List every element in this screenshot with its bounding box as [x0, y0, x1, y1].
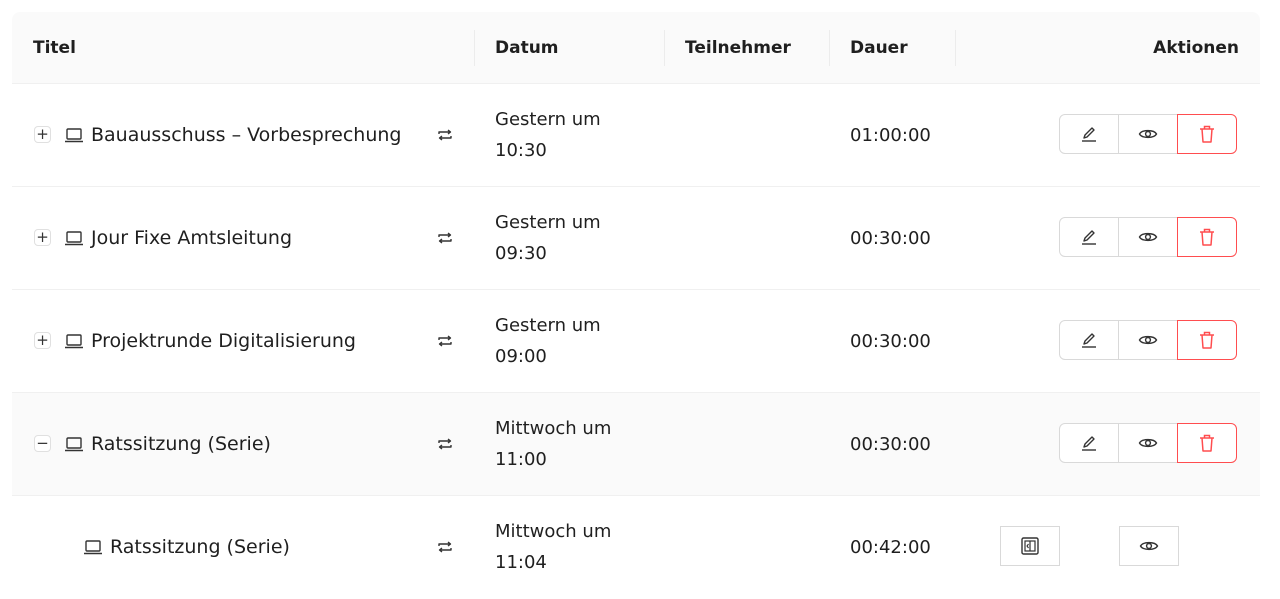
table-row: + Bauausschuss – Vorbesprechung Gestern …: [12, 84, 1260, 187]
laptop-icon: [64, 435, 84, 453]
table-header: Titel Datum Teilnehmer Dauer Aktionen: [12, 12, 1260, 84]
meeting-duration: 00:30:00: [850, 433, 931, 455]
eye-icon: [1138, 232, 1158, 242]
table-row: + Jour Fixe Amtsleitung Gestern um 09:30…: [12, 187, 1260, 290]
meeting-duration: 00:30:00: [850, 330, 931, 352]
date-time: 09:00: [495, 346, 547, 367]
table-row: − Ratssitzung (Serie) Mittwoch um 11:00 …: [12, 393, 1260, 496]
view-button[interactable]: [1118, 217, 1178, 257]
delete-button[interactable]: [1177, 423, 1237, 463]
column-divider: [664, 30, 665, 66]
repeat-icon: [436, 126, 454, 144]
date-day: Mittwoch um: [495, 521, 612, 542]
column-divider: [829, 30, 830, 66]
meeting-duration: 00:42:00: [850, 536, 931, 558]
meeting-duration: 00:30:00: [850, 227, 931, 249]
column-header-participants[interactable]: Teilnehmer: [685, 12, 791, 84]
meeting-title[interactable]: Bauausschuss – Vorbesprechung: [91, 84, 402, 186]
edit-button[interactable]: [1059, 320, 1119, 360]
trash-icon: [1200, 434, 1214, 452]
trash-icon: [1200, 228, 1214, 246]
expand-row-button[interactable]: +: [34, 126, 51, 143]
repeat-icon: [436, 538, 454, 556]
trash-icon: [1200, 331, 1214, 349]
meeting-title[interactable]: Ratssitzung (Serie): [91, 393, 271, 495]
meeting-date: Gestern um 09:30: [495, 187, 601, 289]
row-actions: [1059, 320, 1237, 360]
panel-icon: [1021, 537, 1039, 555]
date-time: 11:04: [495, 552, 547, 573]
pencil-icon: [1082, 230, 1096, 245]
panel-button[interactable]: [1000, 526, 1060, 566]
table-row: + Projektrunde Digitalisierung Gestern u…: [12, 290, 1260, 393]
view-button[interactable]: [1118, 320, 1178, 360]
date-day: Gestern um: [495, 212, 601, 233]
meeting-title[interactable]: Jour Fixe Amtsleitung: [91, 187, 292, 289]
date-time: 11:00: [495, 449, 547, 470]
meeting-date: Mittwoch um 11:04: [495, 496, 611, 598]
delete-button[interactable]: [1177, 320, 1237, 360]
meeting-title[interactable]: Projektrunde Digitalisierung: [91, 290, 356, 392]
view-button[interactable]: [1119, 526, 1179, 566]
meetings-table: Titel Datum Teilnehmer Dauer Aktionen + …: [12, 12, 1260, 599]
eye-icon: [1139, 541, 1159, 551]
column-header-title[interactable]: Titel: [33, 12, 76, 84]
repeat-icon: [436, 332, 454, 350]
pencil-icon: [1082, 127, 1096, 142]
delete-button[interactable]: [1177, 114, 1237, 154]
meeting-title[interactable]: Ratssitzung (Serie): [110, 496, 290, 598]
collapse-row-button[interactable]: −: [34, 435, 51, 452]
eye-icon: [1138, 438, 1158, 448]
column-divider: [474, 30, 475, 66]
repeat-icon: [436, 435, 454, 453]
row-actions: [1059, 423, 1237, 463]
eye-icon: [1138, 335, 1158, 345]
view-button[interactable]: [1118, 423, 1178, 463]
laptop-icon: [64, 332, 84, 350]
eye-icon: [1138, 129, 1158, 139]
column-divider: [955, 30, 956, 66]
repeat-icon: [436, 229, 454, 247]
laptop-icon: [64, 126, 84, 144]
trash-icon: [1200, 125, 1214, 143]
delete-button[interactable]: [1177, 217, 1237, 257]
column-header-actions: Aktionen: [1153, 38, 1239, 58]
column-header-date[interactable]: Datum: [495, 12, 559, 84]
meeting-date: Mittwoch um 11:00: [495, 393, 611, 495]
view-button[interactable]: [1118, 114, 1178, 154]
pencil-icon: [1082, 436, 1096, 451]
expand-row-button[interactable]: +: [34, 332, 51, 349]
date-day: Gestern um: [495, 109, 601, 130]
edit-button[interactable]: [1059, 423, 1119, 463]
date-time: 09:30: [495, 243, 547, 264]
edit-button[interactable]: [1059, 217, 1119, 257]
meeting-date: Gestern um 09:00: [495, 290, 601, 392]
row-actions: [1059, 114, 1237, 154]
child-table-row: Ratssitzung (Serie) Mittwoch um 11:04 00…: [12, 496, 1260, 599]
row-actions: [1059, 217, 1237, 257]
meeting-date: Gestern um 10:30: [495, 84, 601, 186]
laptop-icon: [64, 229, 84, 247]
laptop-icon: [83, 538, 103, 556]
edit-button[interactable]: [1059, 114, 1119, 154]
pencil-icon: [1082, 333, 1096, 348]
date-time: 10:30: [495, 140, 547, 161]
meeting-duration: 01:00:00: [850, 124, 931, 146]
date-day: Mittwoch um: [495, 418, 612, 439]
expand-row-button[interactable]: +: [34, 229, 51, 246]
column-header-duration[interactable]: Dauer: [850, 12, 908, 84]
date-day: Gestern um: [495, 315, 601, 336]
